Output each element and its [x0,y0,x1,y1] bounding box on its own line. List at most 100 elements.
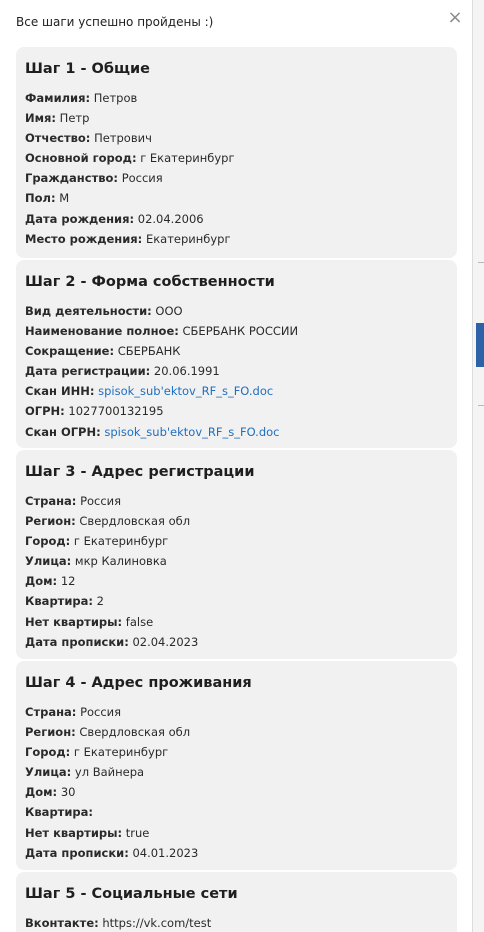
field-label: Наименование полное: [25,324,179,339]
field-value: true [125,825,150,840]
field-row: Скан ОГРН: spisok_sub'ektov_RF_s_FO.doc [25,422,448,442]
step-card-3: Шаг 3 - Адрес регистрации Страна: Россия Р… [16,450,457,659]
field-label: Дом: [25,574,58,589]
step-title: Шаг 5 - Социальные сети [25,886,238,902]
field-label: Город: [25,745,71,760]
step-title: Шаг 2 - Форма собственности [25,274,275,290]
field-value: 20.06.1991 [153,364,220,379]
field-label: Пол: [25,191,56,206]
field-row: Гражданство: Россия [25,168,448,188]
field-value: Свердловская обл [79,725,191,740]
field-value: https://vk.com/test [102,916,212,930]
field-row: Имя: Петр [25,108,448,128]
step-card-2: Шаг 2 - Форма собственности Вид деятельно… [16,260,457,448]
step-card-4: Шаг 4 - Адрес проживания Страна: Россия Ре… [16,661,457,870]
field-value: false [125,614,154,629]
field-label: Нет квартиры: [25,825,123,840]
field-row: Дата регистрации: 20.06.1991 [25,361,448,381]
field-label: Сокращение: [25,344,115,359]
field-label: Дом: [25,785,58,800]
field-row: Город: г Екатеринбург [25,742,448,762]
field-row: Улица: мкр Калиновка [25,551,448,571]
field-label: Страна: [25,494,77,508]
step-title: Шаг 3 - Адрес регистрации [25,464,255,480]
field-label: Дата рождения: [25,211,135,226]
backdrop-page [472,0,484,932]
field-value: ул Вайнера [74,765,145,780]
field-row: Пол: М [25,188,448,208]
field-label: Дата прописки: [25,845,129,860]
modal-header: Все шаги успешно пройдены :) [16,15,214,29]
field-label: Скан ОГРН: [25,424,101,439]
field-row: Дата рождения: 02.04.2006 [25,209,448,229]
field-row: Дом: 30 [25,782,448,802]
field-value: 04.01.2023 [132,845,199,860]
field-row: Фамилия: Петров [25,88,448,108]
field-label: Регион: [25,725,76,740]
field-value: г Екатеринбург [73,745,169,760]
field-row: Улица: ул Вайнера [25,762,448,782]
field-row: Квартира: 2 [25,591,448,611]
field-row: Нет квартиры: true [25,823,448,843]
close-icon[interactable]: × [446,8,464,28]
step-title: Шаг 4 - Адрес проживания [25,675,252,691]
step-title: Шаг 1 - Общие [25,61,150,77]
steps-summary: Шаг 1 - Общие Фамилия: Петров Имя: Петр Отч… [16,47,457,932]
field-value: мкр Калиновка [74,554,167,569]
field-row: Дата прописки: 04.01.2023 [25,843,448,863]
file-link[interactable]: spisok_sub'ektov_RF_s_FO.doc [104,425,279,439]
backdrop-divider [478,405,484,406]
field-value: 2 [96,594,104,609]
field-label: Город: [25,534,71,549]
field-row: Страна: Россия [25,491,448,511]
field-value: 30 [60,785,76,800]
success-modal: Все шаги успешно пройдены :) × Шаг 1 - О… [0,0,472,932]
field-label: Дата прописки: [25,634,129,649]
field-label: Дата регистрации: [25,364,151,379]
field-label: Улица: [25,554,72,569]
field-row: Сокращение: СБЕРБАНК [25,341,448,361]
field-value: СБЕРБАНК [117,344,181,359]
field-value: 02.04.2023 [132,634,199,649]
field-row: Скан ИНН: spisok_sub'ektov_RF_s_FO.doc [25,381,448,401]
field-row: Основной город: г Екатеринбург [25,148,448,168]
field-value: Петрович [94,131,152,146]
field-row: Дата прописки: 02.04.2023 [25,632,448,652]
field-row: Вконтакте: https://vk.com/test [25,913,448,932]
field-value: Россия [121,171,163,186]
field-label: Фамилия: [25,91,91,105]
field-value: 02.04.2006 [137,211,204,226]
field-row: Отчество: Петрович [25,128,448,148]
backdrop-divider [478,262,484,263]
field-value: Петр [59,111,90,126]
field-label: Имя: [25,111,57,126]
field-row: Дом: 12 [25,571,448,591]
field-row: Наименование полное: СБЕРБАНК РОССИИ [25,321,448,341]
field-value: Екатеринбург [145,231,231,246]
backdrop-button [476,323,484,367]
field-row: Регион: Свердловская обл [25,722,448,742]
field-value: Свердловская обл [79,514,191,529]
field-label: ОГРН: [25,404,65,419]
field-value: 12 [60,574,76,589]
field-row: Регион: Свердловская обл [25,511,448,531]
field-label: Отчество: [25,131,91,146]
field-row: Вид деятельности: ООО [25,301,448,321]
field-label: Место рождения: [25,231,143,246]
field-value: Россия [80,705,122,719]
field-row: Нет квартиры: false [25,612,448,632]
field-row: Страна: Россия [25,702,448,722]
field-label: Квартира: [25,805,93,820]
step-card-1: Шаг 1 - Общие Фамилия: Петров Имя: Петр Отч… [16,47,457,258]
field-label: Регион: [25,514,76,529]
field-value: М [59,191,70,206]
file-link[interactable]: spisok_sub'ektov_RF_s_FO.doc [98,384,273,398]
field-value: Россия [80,494,122,508]
field-label: Гражданство: [25,171,119,186]
field-label: Квартира: [25,594,93,609]
field-row: Место рождения: Екатеринбург [25,229,448,249]
field-value: Петров [93,91,138,105]
step-card-5: Шаг 5 - Социальные сети Вконтакте: https:… [16,872,457,932]
field-label: Нет квартиры: [25,614,123,629]
field-row: Квартира: [25,802,448,822]
